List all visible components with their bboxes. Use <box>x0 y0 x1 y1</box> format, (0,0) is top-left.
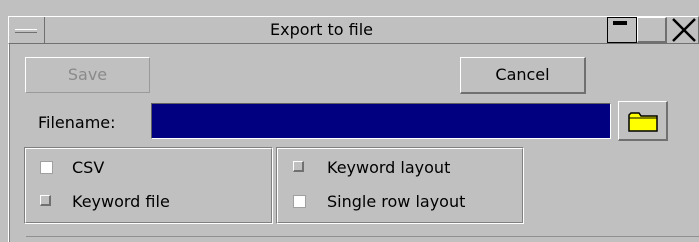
minimize-button[interactable] <box>607 17 637 43</box>
single-row-layout-label: Single row layout <box>327 192 466 211</box>
maximize-button[interactable] <box>637 17 667 43</box>
single-row-layout-checkbox[interactable]: Single row layout <box>293 190 513 214</box>
cancel-button[interactable]: Cancel <box>460 57 586 94</box>
single-row-layout-check-box[interactable] <box>293 195 306 208</box>
keyword-file-check-box[interactable] <box>40 195 51 206</box>
layout-options-group: Keyword layout Single row layout <box>276 147 524 224</box>
keyword-layout-checkbox[interactable]: Keyword layout <box>293 156 513 180</box>
window-menu-button[interactable] <box>9 17 45 43</box>
folder-icon <box>628 112 658 132</box>
keyword-layout-label: Keyword layout <box>327 158 451 177</box>
browse-folder-button[interactable] <box>618 101 668 141</box>
window-menu-icon <box>15 29 37 33</box>
window-frame-left <box>8 44 10 242</box>
close-icon <box>672 18 696 42</box>
csv-checkbox[interactable]: CSV <box>40 156 240 180</box>
window-title: Export to file <box>270 20 373 39</box>
filename-label: Filename: <box>38 113 116 132</box>
filename-input[interactable] <box>151 103 611 139</box>
keyword-layout-check-box[interactable] <box>293 161 304 172</box>
keyword-file-checkbox[interactable]: Keyword file <box>40 190 240 214</box>
close-button[interactable] <box>667 17 699 43</box>
title-bar: Export to file <box>8 16 699 44</box>
window-frame-bottom <box>26 236 699 237</box>
save-button[interactable]: Save <box>25 57 150 93</box>
keyword-file-label: Keyword file <box>72 192 170 211</box>
csv-label: CSV <box>72 158 105 177</box>
csv-check-box[interactable] <box>40 161 53 174</box>
format-options-group: CSV Keyword file <box>24 147 273 224</box>
minimize-icon <box>613 21 627 25</box>
